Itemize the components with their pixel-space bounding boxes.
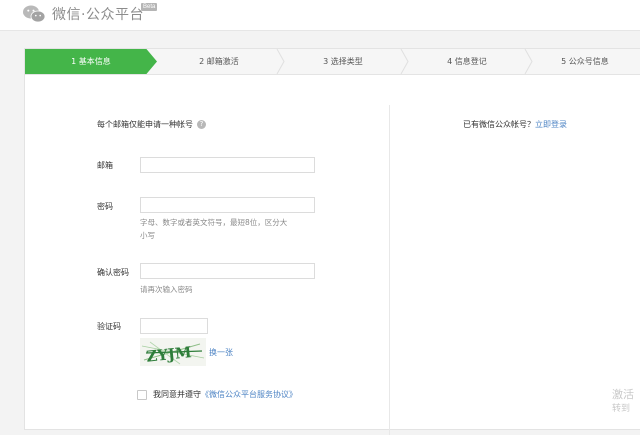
captcha-image[interactable]: ZYJM <box>140 338 206 366</box>
existing-account-text: 已有微信公众帐号？ <box>463 120 535 129</box>
watermark-line-1: 激活 <box>612 388 634 401</box>
top-bar: 微信·公众平台 Beta <box>0 0 640 31</box>
step-email-activation: 2 邮箱激活 <box>199 57 239 66</box>
step-account-info: 5 公众号信息 <box>561 57 609 66</box>
logo[interactable]: 微信·公众平台 <box>22 4 144 24</box>
help-icon[interactable]: ? <box>197 120 206 129</box>
login-link[interactable]: 立即登录 <box>535 120 567 129</box>
captcha-text: ZYJM <box>145 343 192 366</box>
captcha-input[interactable] <box>140 318 208 334</box>
service-agreement-link[interactable]: 《微信公众平台服务协议》 <box>201 389 297 400</box>
existing-account-note: 已有微信公众帐号？立即登录 <box>463 119 567 130</box>
email-field[interactable] <box>140 157 315 173</box>
agree-text: 我同意并遵守 <box>153 390 201 399</box>
email-tip: 每个邮箱仅能申请一种帐号 ? <box>97 119 206 130</box>
step-info-registration: 4 信息登记 <box>447 57 487 66</box>
confirm-password-field[interactable] <box>140 263 315 279</box>
agree-checkbox[interactable] <box>137 389 147 400</box>
beta-badge: Beta <box>141 3 158 11</box>
activation-watermark: 激活 转到 <box>612 388 634 416</box>
password-field[interactable] <box>140 197 315 213</box>
wechat-logo-icon <box>23 5 46 23</box>
step-basic-info: 1 基本信息 <box>25 49 157 74</box>
logo-text: 微信·公众平台 <box>52 7 144 23</box>
email-label: 邮箱 <box>97 161 113 170</box>
password-label: 密码 <box>97 202 113 211</box>
agreement-row: 我同意并遵守 《微信公众平台服务协议》 <box>137 389 297 400</box>
email-tip-text: 每个邮箱仅能申请一种帐号 <box>97 120 193 129</box>
confirm-password-label: 确认密码 <box>97 268 129 277</box>
registration-card: 1 基本信息 2 邮箱激活 3 选择类型 4 信息登记 5 公众号信息 每个邮箱… <box>24 48 640 435</box>
confirm-password-hint: 请再次输入密码 <box>140 285 193 294</box>
password-hint: 字母、数字或者英文符号，最短8位，区分大小写 <box>140 218 288 240</box>
step-select-type: 3 选择类型 <box>323 57 363 66</box>
step-progress-bar: 1 基本信息 2 邮箱激活 3 选择类型 4 信息登记 5 公众号信息 <box>25 49 640 75</box>
column-divider <box>389 105 390 435</box>
watermark-line-2: 转到 <box>612 404 631 414</box>
captcha-graphic: ZYJM <box>141 341 205 366</box>
refresh-captcha-link[interactable]: 换一张 <box>209 347 233 358</box>
captcha-label: 验证码 <box>97 322 121 331</box>
